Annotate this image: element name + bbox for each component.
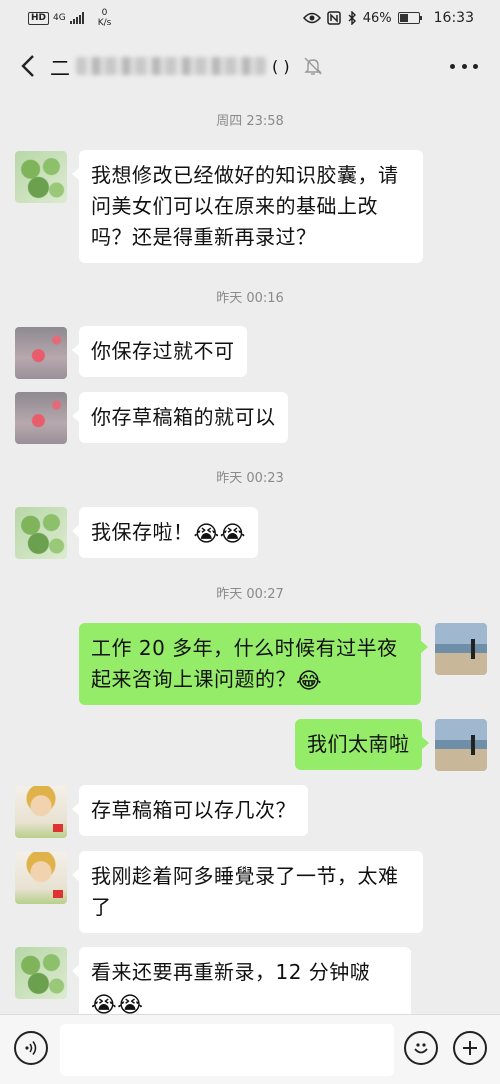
chat-title: 二 ( ) — [50, 55, 290, 80]
laughing-emoji: 😂 — [296, 669, 323, 694]
message-bubble[interactable]: 我保存啦！😭😭 — [72, 507, 258, 558]
input-bar — [0, 1014, 500, 1084]
message-bubble[interactable]: 你存草稿箱的就可以 — [72, 392, 288, 443]
timestamp: 昨天 00:27 — [216, 587, 284, 602]
crying-emoji: 😭😭 — [193, 522, 246, 547]
eye-icon — [302, 12, 321, 24]
blurred-name — [76, 57, 266, 75]
avatar[interactable] — [15, 327, 67, 379]
avatar[interactable] — [435, 623, 487, 675]
signal-icon — [69, 12, 84, 24]
battery-icon — [397, 12, 422, 24]
nfc-icon — [326, 11, 341, 25]
timestamp: 昨天 00:23 — [216, 471, 284, 486]
message-bubble[interactable]: 你保存过就不可 — [72, 326, 247, 377]
back-arrow-icon[interactable] — [8, 46, 48, 86]
bluetooth-icon — [348, 11, 356, 25]
avatar[interactable] — [15, 507, 67, 559]
network-type: 4G — [53, 12, 66, 23]
message-input[interactable] — [60, 1024, 394, 1076]
message-bubble[interactable]: 我刚趁着阿多睡覺录了一节，太难了 — [72, 851, 423, 933]
message-bubble[interactable]: 存草稿箱可以存几次？ — [72, 785, 308, 836]
avatar[interactable] — [15, 852, 67, 904]
message-bubble[interactable]: 我想修改已经做好的知识胶囊，请问美女们可以在原来的基础上改吗？还是得重新再录过？ — [72, 150, 423, 263]
message-bubble[interactable]: 我们太南啦 — [295, 719, 428, 770]
hd-badge: HD — [28, 11, 50, 25]
voice-icon[interactable] — [14, 1031, 48, 1065]
avatar[interactable] — [15, 786, 67, 838]
clock: 16:33 — [433, 10, 474, 26]
plus-icon[interactable] — [453, 1031, 487, 1065]
crying-emoji: 😭😭 — [91, 993, 144, 1015]
avatar[interactable] — [15, 151, 67, 203]
mute-bell-icon — [303, 57, 322, 75]
timestamp: 昨天 00:16 — [216, 291, 284, 306]
chat-header: 二 ( ) — [0, 36, 500, 96]
battery-percent: 46% — [362, 10, 392, 26]
avatar[interactable] — [15, 392, 67, 444]
message-bubble[interactable]: 工作 20 多年，什么时候有过半夜起来咨询上课问题的？😂 — [79, 623, 428, 705]
status-bar: HD 4G 0 K/s 46% 16:33 — [0, 0, 500, 36]
timestamp: 周四 23:58 — [216, 114, 284, 129]
avatar[interactable] — [435, 719, 487, 771]
message-bubble[interactable]: 看来还要再重新录，12 分钟啵😭😭 — [72, 947, 411, 1015]
emoji-icon[interactable] — [404, 1031, 438, 1065]
avatar[interactable] — [15, 947, 67, 999]
more-dots-icon[interactable] — [450, 54, 478, 78]
message-list: 周四 23:58 昨天 00:16 昨天 00:23 昨天 00:27 我想修改… — [0, 96, 500, 1014]
network-speed: 0 K/s — [97, 8, 112, 28]
